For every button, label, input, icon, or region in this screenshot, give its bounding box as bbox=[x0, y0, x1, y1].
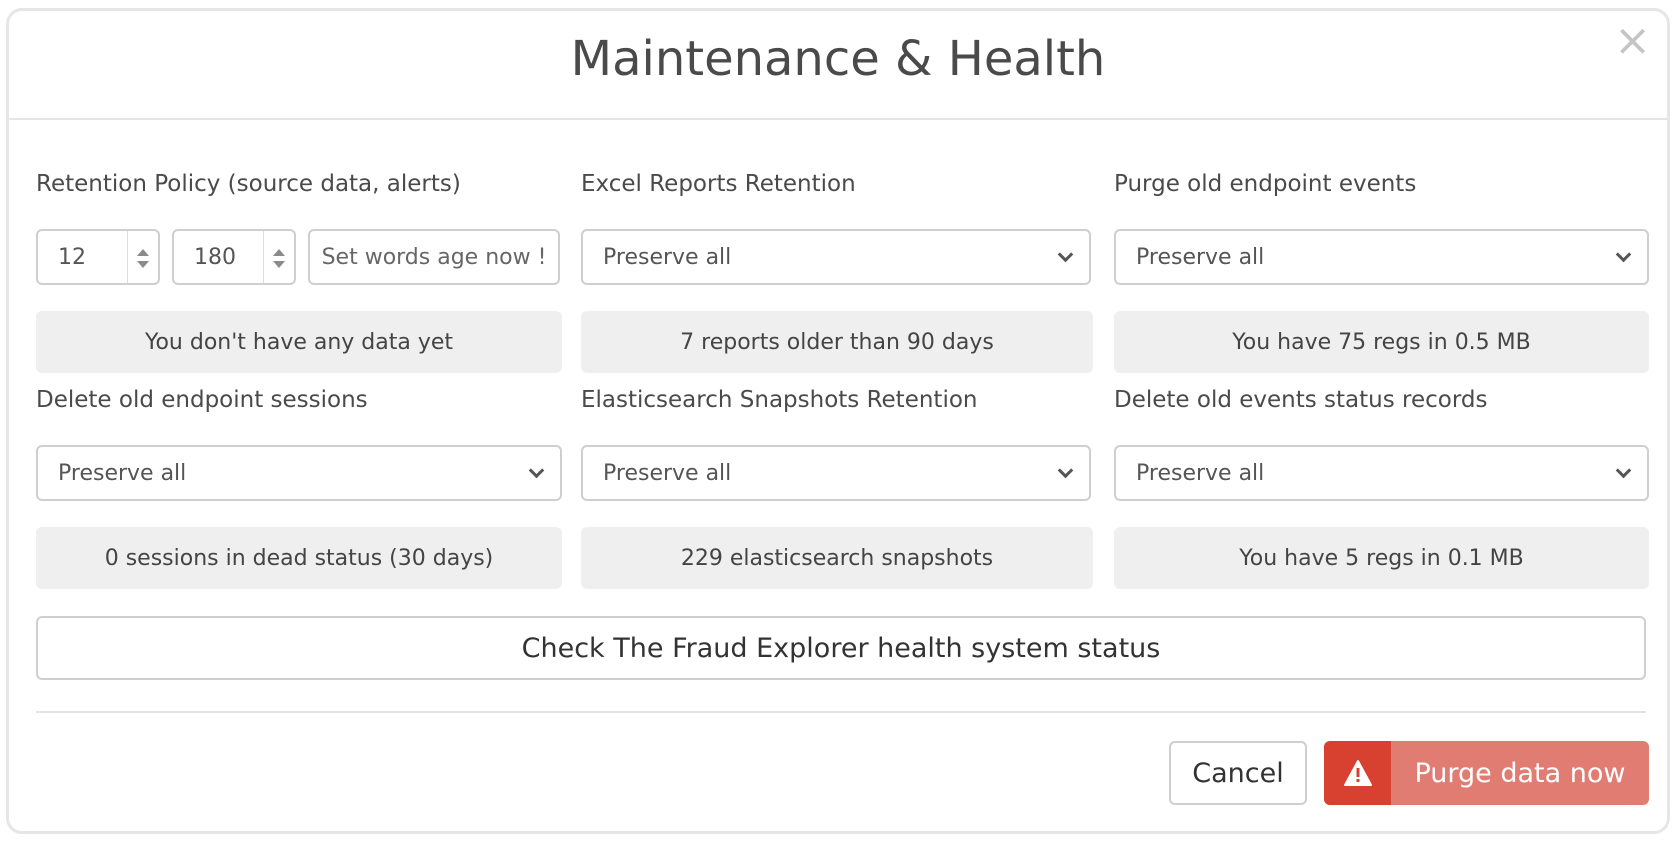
spin-down-icon[interactable] bbox=[273, 261, 285, 268]
purge-endpoint-events-selected: Preserve all bbox=[1136, 244, 1265, 270]
excel-reports-select[interactable]: Preserve all bbox=[581, 229, 1091, 285]
close-icon[interactable]: × bbox=[1614, 19, 1651, 63]
purge-endpoint-events-status: You have 75 regs in 0.5 MB bbox=[1114, 311, 1649, 373]
warning-triangle-icon bbox=[1343, 760, 1372, 786]
spin-down-icon[interactable] bbox=[137, 261, 149, 268]
retention-status: You don't have any data yet bbox=[36, 311, 562, 373]
events-status-label: Delete old events status records bbox=[1114, 387, 1488, 413]
purge-endpoint-events-select[interactable]: Preserve all bbox=[1114, 229, 1649, 285]
excel-reports-label: Excel Reports Retention bbox=[581, 171, 856, 197]
retention-days-value: 180 bbox=[194, 244, 236, 270]
events-status-status: You have 5 regs in 0.1 MB bbox=[1114, 527, 1649, 589]
cancel-button[interactable]: Cancel bbox=[1169, 741, 1307, 805]
purge-data-button[interactable]: Purge data now bbox=[1324, 741, 1649, 805]
endpoint-sessions-label: Delete old endpoint sessions bbox=[36, 387, 368, 413]
endpoint-sessions-selected: Preserve all bbox=[58, 460, 187, 486]
purge-data-label: Purge data now bbox=[1414, 757, 1626, 789]
es-snapshots-label: Elasticsearch Snapshots Retention bbox=[581, 387, 978, 413]
spin-up-icon[interactable] bbox=[273, 249, 285, 256]
check-health-button[interactable]: Check The Fraud Explorer health system s… bbox=[36, 616, 1646, 680]
spin-up-icon[interactable] bbox=[137, 249, 149, 256]
excel-reports-selected: Preserve all bbox=[603, 244, 732, 270]
warning-icon-box bbox=[1324, 741, 1391, 805]
es-snapshots-status: 229 elasticsearch snapshots bbox=[581, 527, 1093, 589]
chevron-down-icon bbox=[528, 462, 545, 479]
chevron-down-icon bbox=[1057, 462, 1074, 479]
events-status-selected: Preserve all bbox=[1136, 460, 1265, 486]
modal-header: Maintenance & Health × bbox=[9, 11, 1667, 120]
months-spin-buttons[interactable] bbox=[127, 231, 158, 283]
modal-title: Maintenance & Health bbox=[570, 31, 1106, 87]
chevron-down-icon bbox=[1615, 462, 1632, 479]
set-words-age-button[interactable]: Set words age now ! bbox=[308, 229, 560, 285]
retention-policy-label: Retention Policy (source data, alerts) bbox=[36, 171, 461, 197]
events-status-select[interactable]: Preserve all bbox=[1114, 445, 1649, 501]
retention-months-stepper[interactable]: 12 bbox=[36, 229, 160, 285]
es-snapshots-selected: Preserve all bbox=[603, 460, 732, 486]
retention-days-stepper[interactable]: 180 bbox=[172, 229, 296, 285]
maintenance-health-modal: Maintenance & Health × Retention Policy … bbox=[6, 8, 1670, 834]
chevron-down-icon bbox=[1057, 246, 1074, 263]
endpoint-sessions-select[interactable]: Preserve all bbox=[36, 445, 562, 501]
footer-divider bbox=[36, 711, 1646, 713]
days-spin-buttons[interactable] bbox=[263, 231, 294, 283]
purge-endpoint-events-label: Purge old endpoint events bbox=[1114, 171, 1417, 197]
es-snapshots-select[interactable]: Preserve all bbox=[581, 445, 1091, 501]
retention-months-value: 12 bbox=[58, 244, 86, 270]
chevron-down-icon bbox=[1615, 246, 1632, 263]
excel-reports-status: 7 reports older than 90 days bbox=[581, 311, 1093, 373]
endpoint-sessions-status: 0 sessions in dead status (30 days) bbox=[36, 527, 562, 589]
